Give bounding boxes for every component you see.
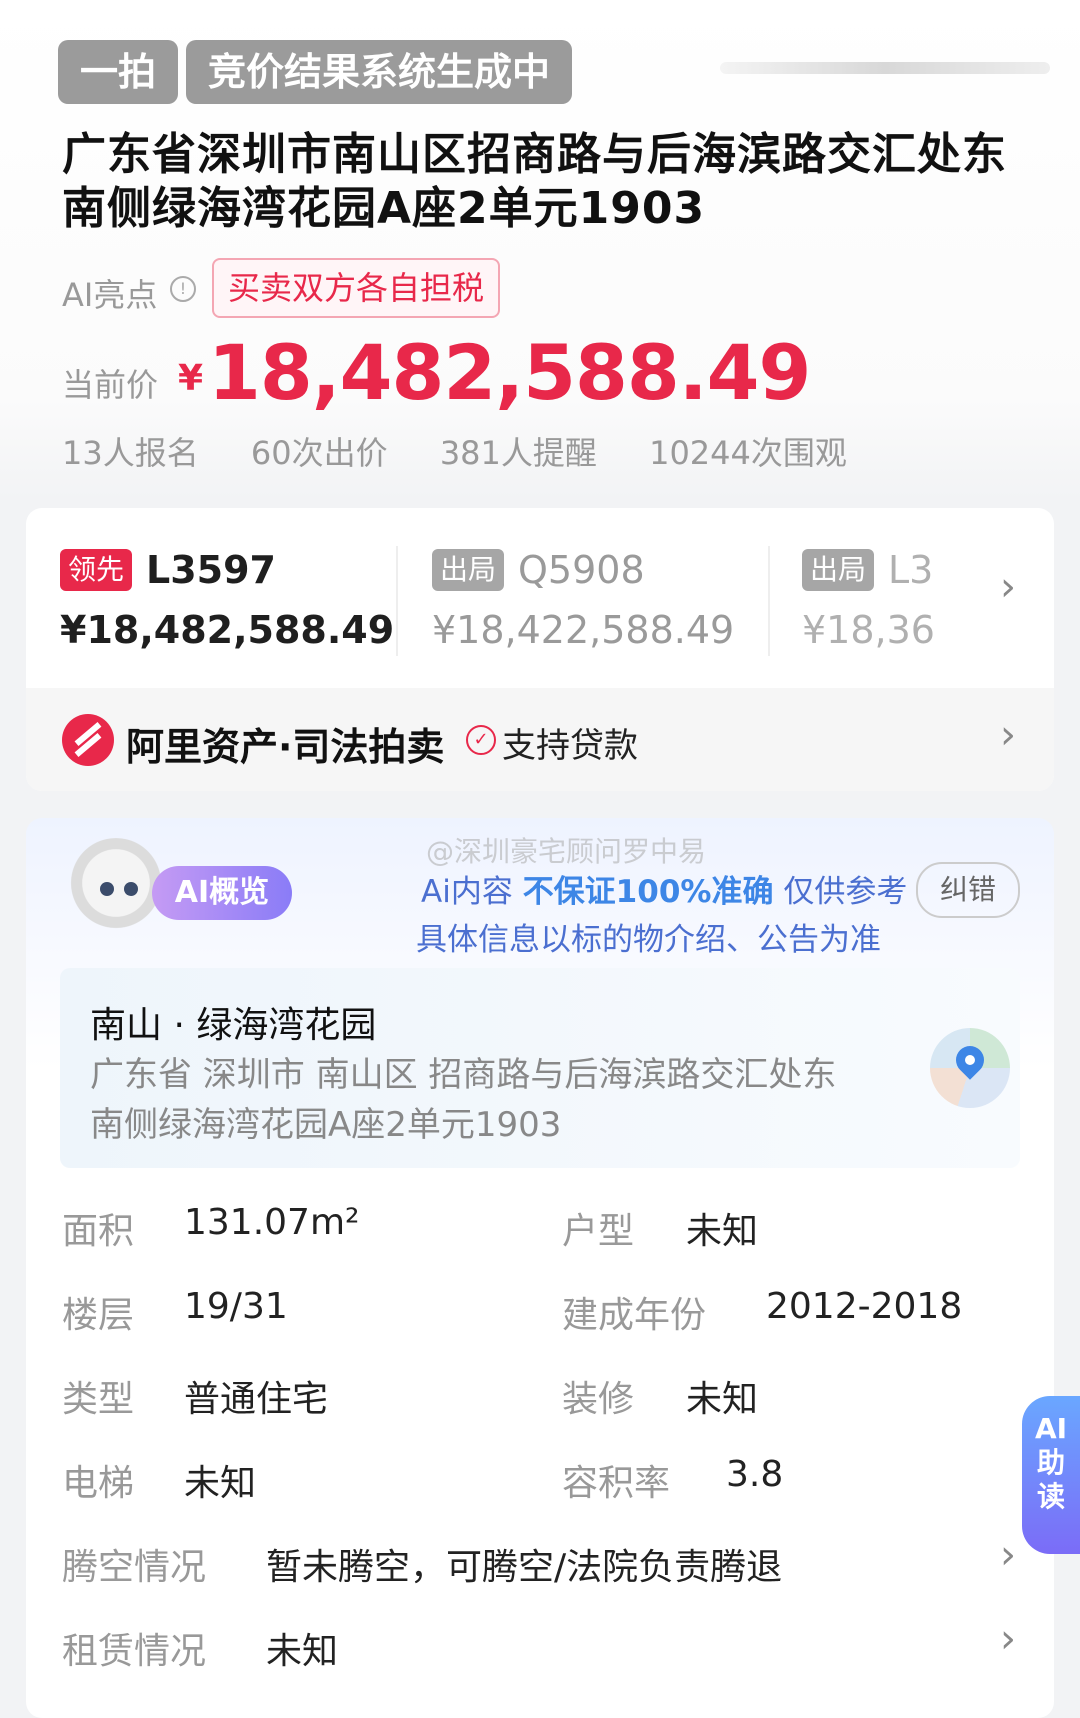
price-currency-symbol: ¥ xyxy=(178,358,204,399)
chevron-right-icon[interactable]: › xyxy=(1000,1532,1016,1578)
vacate-label: 腾空情况 xyxy=(62,1547,207,1588)
ai-reader-text: 读 xyxy=(1036,1480,1065,1513)
correct-button[interactable]: 纠错 xyxy=(916,862,1020,918)
type-value: 普通住宅 xyxy=(184,1379,329,1420)
floor-area-ratio-value: 3.8 xyxy=(726,1454,784,1495)
bid-count: 60次出价 xyxy=(250,434,388,472)
built-year-value: 2012-2018 xyxy=(766,1286,963,1327)
floor-label: 楼层 xyxy=(62,1295,135,1336)
community-name: 南山 · 绿海湾花园 xyxy=(90,1005,377,1046)
status-tag: 竞价结果系统生成中 xyxy=(186,40,573,104)
ai-reader-button[interactable]: AI 助 读 xyxy=(1022,1396,1080,1554)
chevron-right-icon[interactable]: › xyxy=(1000,712,1016,758)
platform-name: 阿里资产·司法拍卖 xyxy=(126,725,445,769)
ai-overview-card: AI概览 @深圳豪宅顾问罗中易 Ai内容 不保证100%准确 仅供参考 具体信息… xyxy=(26,818,1054,1718)
layout-value: 未知 xyxy=(686,1211,759,1252)
layout-label: 户型 xyxy=(562,1211,635,1252)
ai-overview-chip: AI概览 xyxy=(152,866,292,920)
ali-asset-logo-icon xyxy=(62,714,114,766)
auction-stats: 13人报名 60次出价 381人提醒 10244次围观 xyxy=(62,428,889,474)
vacate-value: 暂未腾空，可腾空/法院负责腾退 xyxy=(266,1547,783,1588)
bidder-out[interactable]: 出局 L3 ¥18,36 xyxy=(802,548,972,652)
ai-highlight-chip: 买卖双方各自担税 xyxy=(212,258,501,318)
round-tag: 一拍 xyxy=(58,40,179,104)
signup-count: 13人报名 xyxy=(62,434,199,472)
reminder-count: 381人提醒 xyxy=(439,434,597,472)
disclaimer-prefix: Ai内容 xyxy=(421,874,523,910)
watermark-text: @深圳豪宅顾问罗中易 xyxy=(426,835,707,868)
current-price: 18,482,588.49 xyxy=(208,328,811,417)
header-decoration xyxy=(720,62,1050,74)
ai-reader-text: AI xyxy=(1034,1412,1068,1445)
area-label: 面积 xyxy=(62,1211,135,1252)
bidder-out[interactable]: 出局 Q5908 ¥18,422,588.49 xyxy=(432,548,734,652)
property-title: 广东省深圳市南山区招商路与后海滨路交汇处东南侧绿海湾花园A座2单元1903 xyxy=(62,129,1007,234)
chevron-right-icon[interactable]: › xyxy=(1000,1616,1016,1662)
info-icon[interactable]: ! xyxy=(170,276,196,302)
mascot-eye xyxy=(100,882,114,896)
lease-label: 租赁情况 xyxy=(62,1631,207,1672)
type-label: 类型 xyxy=(62,1379,135,1420)
loan-support-label: 支持贷款 xyxy=(502,726,638,766)
ai-disclaimer-line1: Ai内容 不保证100%准确 仅供参考 xyxy=(421,866,907,911)
lease-value: 未知 xyxy=(266,1631,339,1672)
disclaimer-suffix: 仅供参考 xyxy=(773,874,908,910)
view-count: 10244次围观 xyxy=(649,434,847,472)
map-pin-icon xyxy=(950,1040,990,1080)
elevator-label: 电梯 xyxy=(62,1463,135,1504)
mascot-eye xyxy=(124,882,138,896)
bidder-code: Q5908 xyxy=(518,548,645,592)
built-year-label: 建成年份 xyxy=(562,1295,707,1336)
area-value: 131.07m² xyxy=(184,1202,360,1243)
bidder-price: ¥18,482,588.49 xyxy=(60,608,395,652)
ai-disclaimer-line2: 具体信息以标的物介绍、公告为准 xyxy=(416,922,881,958)
address-box[interactable]: 南山 · 绿海湾花园 广东省 深圳市 南山区 招商路与后海滨路交汇处东南侧绿海湾… xyxy=(60,968,1020,1168)
decoration-value: 未知 xyxy=(686,1379,759,1420)
bidder-price: ¥18,36 xyxy=(802,608,935,652)
bidder-code: L3 xyxy=(888,548,934,592)
chevron-right-icon[interactable]: › xyxy=(1000,564,1016,610)
bidders-card: 领先 L3597 ¥18,482,588.49 出局 Q5908 ¥18,422,5… xyxy=(26,508,1054,791)
elevator-value: 未知 xyxy=(184,1463,257,1504)
out-badge: 出局 xyxy=(432,549,505,591)
full-address: 广东省 深圳市 南山区 招商路与后海滨路交汇处东南侧绿海湾花园A座2单元1903 xyxy=(90,1055,837,1145)
out-badge: 出局 xyxy=(802,549,875,591)
check-circle-icon: ✓ xyxy=(466,725,496,755)
leading-badge: 领先 xyxy=(60,549,133,591)
map-location-icon[interactable] xyxy=(930,1028,1010,1108)
divider xyxy=(396,546,398,656)
bidder-leading[interactable]: 领先 L3597 ¥18,482,588.49 xyxy=(60,548,394,652)
decoration-label: 装修 xyxy=(562,1379,635,1420)
elephant-mascot-icon xyxy=(66,838,166,938)
current-price-label: 当前价 xyxy=(62,366,159,404)
bidder-price: ¥18,422,588.49 xyxy=(432,608,735,652)
floor-value: 19/31 xyxy=(184,1286,288,1327)
divider xyxy=(768,546,770,656)
bidder-code: L3597 xyxy=(146,548,276,592)
platform-row[interactable]: 阿里资产·司法拍卖 ✓ 支持贷款 › xyxy=(26,688,1054,791)
ai-highlight-label: AI亮点 xyxy=(62,276,158,314)
disclaimer-strong: 不保证100%准确 xyxy=(522,874,774,910)
floor-area-ratio-label: 容积率 xyxy=(562,1463,671,1504)
ai-reader-text: 助 xyxy=(1036,1446,1065,1479)
